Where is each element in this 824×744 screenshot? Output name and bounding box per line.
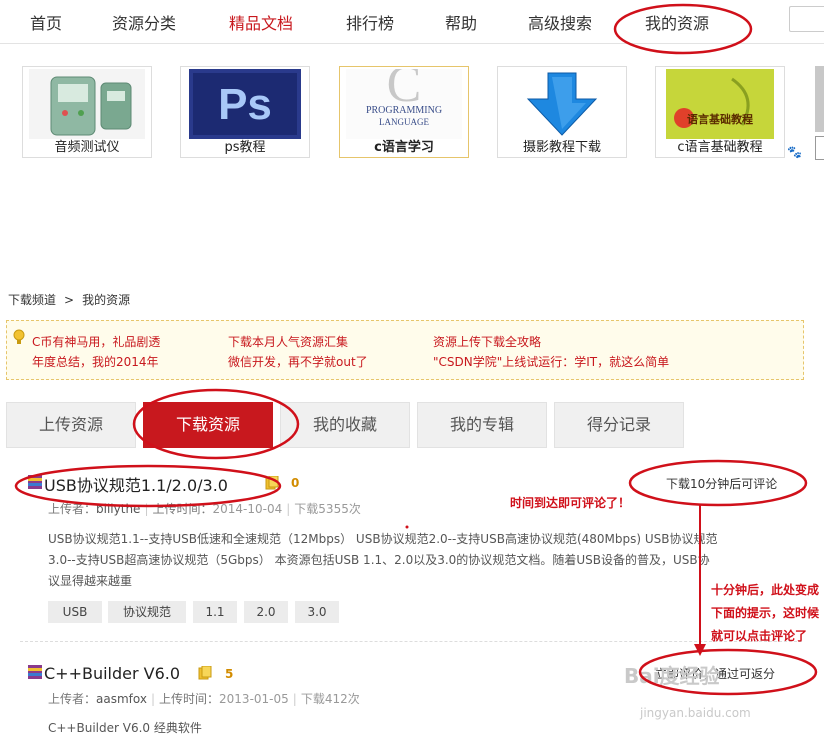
upload-time-label: 上传时间： [159, 692, 220, 706]
tag[interactable]: 2.0 [244, 601, 288, 623]
breadcrumb-current: 我的资源 [82, 293, 131, 307]
ad-card-ps-tutorial[interactable]: Ps ps教程 [180, 66, 310, 158]
uploader-name[interactable]: aasmfox [96, 692, 147, 706]
upload-time: 2014-10-04 [212, 502, 283, 516]
watermark-subtext: jingyan.baidu.com [640, 706, 751, 720]
thumb-text: PROGRAMMING [365, 105, 443, 116]
notice-link[interactable]: 资源上传下载全攻略 [433, 333, 541, 350]
resource-meta: 上传者：billythe | 上传时间：2014-10-04 | 下载5355次 [48, 502, 361, 516]
resource-meta: 上传者：aasmfox | 上传时间：2013-01-05 | 下载412次 [48, 692, 360, 706]
resource-description: USB协议规范1.1--支持USB低速和全速规范（12Mbps） USB协议规范… [48, 532, 718, 546]
resource-description: C++Builder V6.0 经典软件 [48, 721, 202, 735]
ad-label: 音频测试仪 [54, 140, 120, 155]
resource-description: 议显得越来越重 [48, 574, 133, 588]
scrollbar-thumb[interactable] [815, 66, 824, 132]
tab-score-record[interactable]: 得分记录 [554, 402, 684, 448]
annotation-note: 时间到达即可评论了！ [510, 496, 631, 510]
paw-icon: 🐾 [787, 145, 802, 159]
ad-label: ps教程 [224, 140, 266, 155]
tag[interactable]: USB [48, 601, 102, 623]
nav-help[interactable]: 帮助 [445, 10, 477, 34]
search-input[interactable] [789, 6, 824, 32]
notice-link[interactable]: 下载本月人气资源汇集 [228, 333, 348, 350]
notice-link[interactable]: "CSDN学院"上线试运行：学IT，就这么简单 [433, 353, 669, 370]
upload-time: 2013-01-05 [219, 692, 289, 706]
uploader-name[interactable]: billythe [96, 502, 140, 516]
scrollbar-track[interactable] [815, 136, 824, 160]
svg-text:Ps: Ps [218, 80, 272, 129]
nav-my-resources[interactable]: 我的资源 [645, 10, 709, 34]
tag[interactable]: 协议规范 [108, 601, 186, 623]
breadcrumb-root[interactable]: 下载频道 [8, 293, 56, 307]
annotation-note: 十分钟后，此处变成 [711, 583, 820, 597]
uploader-label: 上传者： [48, 692, 97, 706]
ad-card-c-basics[interactable]: 语言基础教程 c语言基础教程 [655, 66, 785, 158]
ad-label: 摄影教程下载 [522, 140, 601, 155]
breadcrumb: 下载频道 > 我的资源 [8, 291, 138, 308]
comment-wait-link[interactable]: 下载10分钟后可评论 [666, 475, 777, 492]
tester-device-icon [29, 69, 145, 139]
ad-label: c语言学习 [374, 140, 434, 155]
c-basics-book-icon: 语言基础教程 [662, 69, 778, 139]
c-programming-book-icon: C PROGRAMMING LANGUAGE [346, 69, 462, 139]
nav-home[interactable]: 首页 [30, 10, 62, 34]
thumb-text: 语言基础教程 [687, 113, 753, 126]
score-coin-icon [198, 666, 212, 680]
download-count: 下载412次 [300, 692, 360, 706]
ad-card-audio-tester[interactable]: 音频测试仪 [22, 66, 152, 158]
notice-link[interactable]: 年度总结，我的2014年 [32, 353, 159, 370]
watermark-text: Bai度经验 [624, 664, 720, 688]
resource-title[interactable]: C++Builder V6.0 [44, 664, 180, 683]
notice-link[interactable]: 微信开发，再不学就out了 [228, 353, 368, 370]
nav-featured-docs[interactable]: 精品文档 [229, 10, 293, 34]
tab-favorites[interactable]: 我的收藏 [280, 402, 410, 448]
top-navigation: 首页 资源分类 精品文档 排行榜 帮助 高级搜索 我的资源 [0, 0, 824, 44]
download-count: 下载5355次 [294, 502, 361, 516]
tab-albums[interactable]: 我的专辑 [417, 402, 547, 448]
breadcrumb-separator: > [64, 293, 75, 307]
photoshop-logo-icon: Ps [187, 69, 303, 139]
rar-archive-icon [28, 665, 42, 679]
ad-label: c语言基础教程 [677, 140, 763, 155]
list-divider [20, 641, 802, 642]
thumb-text: LANGUAGE [379, 117, 429, 127]
nav-advanced-search[interactable]: 高级搜索 [528, 10, 592, 34]
tag[interactable]: 1.1 [193, 601, 237, 623]
upload-time-label: 上传时间： [152, 502, 213, 516]
notice-link[interactable]: C币有神马用，礼品剧透 [32, 333, 160, 350]
tag[interactable]: 3.0 [295, 601, 339, 623]
resource-title[interactable]: USB协议规范1.1/2.0/3.0 [44, 472, 228, 496]
lightbulb-icon [13, 329, 25, 344]
resource-description: 3.0--支持USB超高速协议规范（5Gbps） 本资源包括USB 1.1、2.… [48, 553, 710, 567]
tab-uploaded[interactable]: 上传资源 [6, 402, 136, 448]
score-coin-icon [265, 476, 279, 490]
resource-score: 0 [291, 476, 300, 490]
resource-score: 5 [225, 667, 234, 681]
annotation-note: 下面的提示，这时候 [711, 606, 820, 620]
tab-downloaded[interactable]: 下载资源 [143, 402, 273, 448]
annotation-note: 就可以点击评论了 [711, 629, 808, 643]
uploader-label: 上传者： [48, 502, 97, 516]
notice-bar: C币有神马用，礼品剧透 年度总结，我的2014年 下载本月人气资源汇集 微信开发… [6, 320, 804, 380]
ad-card-c-language[interactable]: C PROGRAMMING LANGUAGE c语言学习 [339, 66, 469, 158]
nav-categories[interactable]: 资源分类 [112, 10, 176, 34]
ad-card-photography[interactable]: 摄影教程下载 [497, 66, 627, 158]
rar-archive-icon [28, 475, 42, 489]
blue-download-arrow-icon [504, 69, 620, 139]
nav-rankings[interactable]: 排行榜 [346, 10, 394, 34]
ad-banner: 音频测试仪 Ps ps教程 C PROGRAMMING LANGUAGE c语言… [8, 66, 808, 162]
